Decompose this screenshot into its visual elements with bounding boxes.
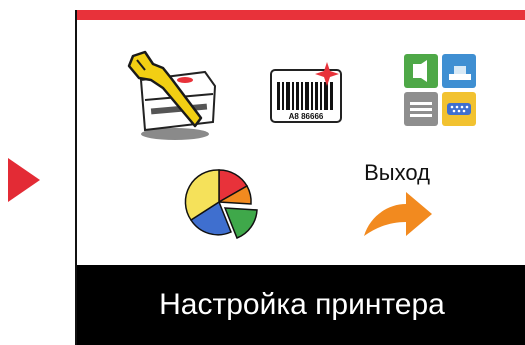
top-accent-bar	[77, 10, 525, 20]
interfaces-menu-item[interactable]	[402, 52, 480, 130]
selected-item-title: Настройка принтера	[77, 265, 525, 345]
exit-menu-item[interactable]: Выход	[352, 160, 442, 240]
barcode-menu-item[interactable]: A8 86666	[269, 62, 349, 126]
barcode-icon: A8 86666	[270, 62, 342, 123]
svg-text:A8 86666: A8 86666	[289, 112, 324, 121]
printer-menu-screen: A8 86666 Выход Настройка принтера	[75, 10, 525, 345]
nav-arrow-icon[interactable]	[8, 158, 40, 202]
exit-label: Выход	[364, 160, 430, 185]
printer-setup-menu-item[interactable]	[123, 50, 223, 145]
statistics-menu-item[interactable]	[181, 164, 261, 242]
interfaces-icon	[404, 54, 476, 126]
statistics-pie-icon	[184, 169, 258, 239]
exit-arrow-icon	[364, 192, 432, 236]
printer-setup-icon	[127, 50, 217, 140]
